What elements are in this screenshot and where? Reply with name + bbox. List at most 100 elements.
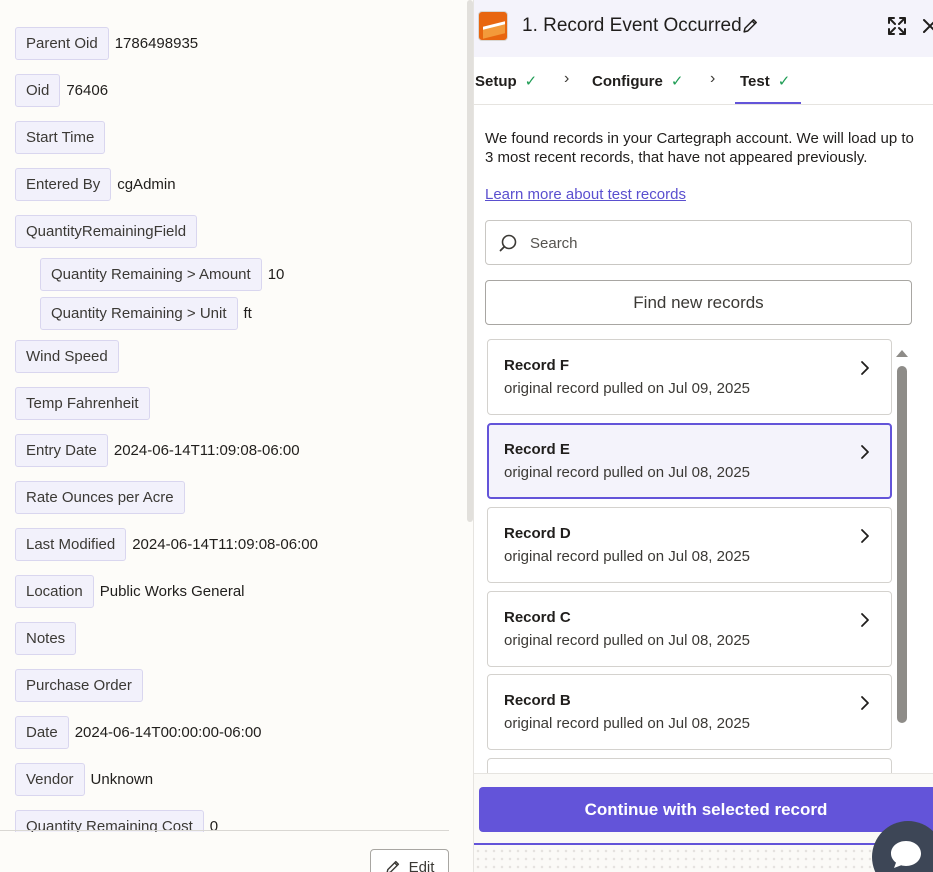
record-item-selected[interactable]: Record E original record pulled on Jul 0… (487, 423, 892, 499)
scroll-up-arrow-icon[interactable] (895, 348, 909, 358)
tab-test[interactable]: Test ✓ (740, 72, 791, 91)
field-row: Temp Fahrenheit (15, 380, 455, 427)
field-value: 2024-06-14T11:09:08-06:00 (132, 536, 318, 553)
step-header: 1. Record Event Occurred (474, 0, 933, 57)
record-title: Record F (504, 357, 570, 374)
field-row: Quantity Remaining Cost 0 (15, 803, 455, 832)
record-subtitle: original record pulled on Jul 08, 2025 (504, 632, 750, 649)
record-item[interactable]: Record C original record pulled on Jul 0… (487, 591, 892, 667)
step-panel: 1. Record Event Occurred Setup ✓ › Confi… (473, 0, 933, 872)
field-value: Unknown (90, 771, 154, 788)
fields-scroll-area[interactable]: Parent Oid 1786498935 Oid 76406 Start Ti… (0, 0, 465, 832)
app-root: Parent Oid 1786498935 Oid 76406 Start Ti… (0, 0, 933, 872)
chevron-right-icon (861, 529, 869, 543)
field-key[interactable]: Entered By (15, 168, 112, 201)
record-item-partial[interactable] (487, 758, 892, 773)
pencil-icon (386, 860, 399, 872)
tab-label: Setup (475, 72, 517, 90)
field-row: Entry Date 2024-06-14T11:09:08-06:00 (15, 427, 455, 474)
field-key[interactable]: Rate Ounces per Acre (15, 481, 185, 514)
checkmark-icon: ✓ (670, 73, 684, 90)
field-row: Location Public Works General (15, 568, 455, 615)
field-key[interactable]: Start Time (15, 121, 106, 154)
field-value: ft (243, 305, 252, 322)
field-row: Rate Ounces per Acre (15, 474, 455, 521)
field-row: Start Time (15, 114, 455, 161)
tab-label: Configure (592, 72, 663, 90)
field-key[interactable]: Notes (15, 622, 77, 655)
record-subtitle: original record pulled on Jul 08, 2025 (504, 715, 750, 732)
field-key[interactable]: Quantity Remaining > Amount (40, 258, 262, 291)
field-key[interactable]: Parent Oid (15, 27, 109, 60)
field-row: Vendor Unknown (15, 756, 455, 803)
field-row-nested: Quantity Remaining > Unit ft (15, 294, 455, 333)
record-title: Record B (504, 692, 571, 709)
tab-label: Test (740, 72, 770, 90)
tab-setup[interactable]: Setup ✓ (475, 72, 538, 91)
find-new-records-button[interactable]: Find new records (485, 280, 912, 325)
field-key[interactable]: Quantity Remaining > Unit (40, 297, 238, 330)
record-subtitle: original record pulled on Jul 08, 2025 (504, 548, 750, 565)
chevron-right-icon: › (564, 70, 570, 87)
field-value: Public Works General (99, 583, 245, 600)
step-tabs: Setup ✓ › Configure ✓ › Test ✓ (474, 57, 933, 105)
field-key[interactable]: Location (15, 575, 94, 608)
edit-button[interactable]: Edit (370, 849, 449, 872)
chevron-right-icon (861, 361, 869, 375)
record-list-scrollbar[interactable] (897, 366, 907, 723)
field-key[interactable]: Temp Fahrenheit (15, 387, 150, 420)
field-value: 76406 (66, 82, 109, 99)
chevron-right-icon: › (710, 70, 716, 87)
checkmark-icon: ✓ (524, 73, 538, 90)
field-row: Purchase Order (15, 662, 455, 709)
field-value: 2024-06-14T11:09:08-06:00 (113, 442, 300, 459)
fields-divider (0, 830, 449, 831)
continue-button[interactable]: Continue with selected record (479, 787, 933, 832)
checkmark-icon: ✓ (777, 73, 791, 90)
field-key[interactable]: Date (15, 716, 69, 749)
field-key[interactable]: Quantity Remaining Cost (15, 810, 204, 832)
dot-pattern (474, 847, 933, 872)
record-item[interactable]: Record B original record pulled on Jul 0… (487, 674, 892, 750)
close-icon[interactable] (922, 17, 933, 35)
record-item[interactable]: Record F original record pulled on Jul 0… (487, 339, 892, 415)
test-intro-text: We found records in your Cartegraph acco… (485, 130, 914, 166)
learn-more-link[interactable]: Learn more about test records (485, 186, 686, 203)
field-row: Parent Oid 1786498935 (15, 20, 455, 67)
field-value: 10 (267, 266, 285, 283)
field-row: Date 2024-06-14T00:00:00-06:00 (15, 709, 455, 756)
tab-configure[interactable]: Configure ✓ (592, 72, 684, 91)
field-row: Last Modified 2024-06-14T11:09:08-06:00 (15, 521, 455, 568)
field-row: Wind Speed (15, 333, 455, 380)
expand-icon[interactable] (886, 15, 908, 37)
record-subtitle: original record pulled on Jul 08, 2025 (504, 464, 750, 481)
search-input[interactable] (530, 233, 900, 253)
active-tab-indicator (735, 102, 801, 104)
field-key[interactable]: Wind Speed (15, 340, 119, 373)
chevron-right-icon (861, 445, 869, 459)
field-row: Oid 76406 (15, 67, 455, 114)
step-footer: Continue with selected record (474, 773, 933, 872)
field-row: QuantityRemainingField (15, 208, 455, 255)
field-key[interactable]: Entry Date (15, 434, 108, 467)
record-item[interactable]: Record D original record pulled on Jul 0… (487, 507, 892, 583)
rename-pencil-icon[interactable] (742, 17, 759, 34)
record-title: Record D (504, 525, 571, 542)
field-key[interactable]: QuantityRemainingField (15, 215, 198, 248)
field-value: cgAdmin (117, 176, 176, 193)
chevron-right-icon (861, 613, 869, 627)
footer-accent-line (474, 843, 933, 845)
record-list[interactable]: Record F original record pulled on Jul 0… (487, 339, 892, 773)
field-key[interactable]: Oid (15, 74, 61, 107)
field-key[interactable]: Vendor (15, 763, 85, 796)
field-value: 1786498935 (114, 35, 199, 52)
field-key[interactable]: Purchase Order (15, 669, 143, 702)
field-key[interactable]: Last Modified (15, 528, 127, 561)
step-title[interactable]: 1. Record Event Occurred (522, 15, 742, 37)
record-search (485, 220, 912, 265)
cartegraph-logo-icon (478, 11, 508, 41)
record-fields-panel: Parent Oid 1786498935 Oid 76406 Start Ti… (0, 0, 473, 872)
record-title: Record E (504, 441, 570, 458)
record-subtitle: original record pulled on Jul 09, 2025 (504, 380, 750, 397)
field-row-nested: Quantity Remaining > Amount 10 (15, 255, 455, 294)
